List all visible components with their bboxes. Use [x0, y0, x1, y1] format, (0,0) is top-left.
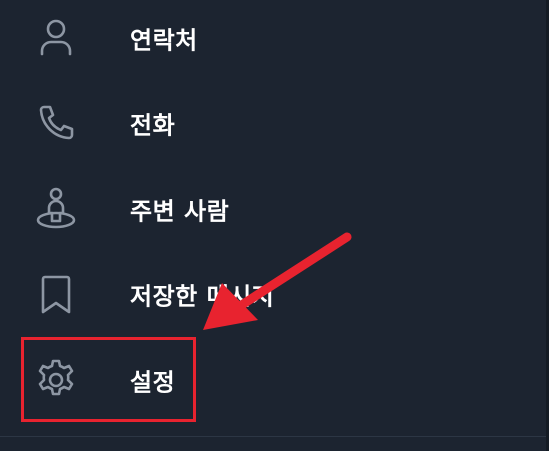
menu-item-label: 전화 [130, 111, 176, 140]
bookmark-icon [30, 268, 82, 320]
menu-divider [0, 436, 546, 437]
nearby-people-icon [30, 183, 82, 235]
menu-item-nearby-people[interactable]: 주변 사람 [0, 166, 546, 252]
menu-item-saved-messages[interactable]: 저장한 메시지 [0, 251, 546, 337]
menu-item-label: 주변 사람 [130, 197, 230, 226]
menu-item-label: 저장한 메시지 [130, 282, 275, 311]
side-menu-screen: 연락처 전화 주변 사람 저장한 메시지 설정 [0, 0, 549, 451]
phone-icon [30, 97, 82, 149]
highlight-box [21, 337, 196, 422]
menu-item-contacts[interactable]: 연락처 [0, 0, 546, 81]
menu-item-label: 연락처 [130, 26, 198, 55]
person-icon [30, 12, 82, 64]
menu-item-calls[interactable]: 전화 [0, 80, 546, 166]
